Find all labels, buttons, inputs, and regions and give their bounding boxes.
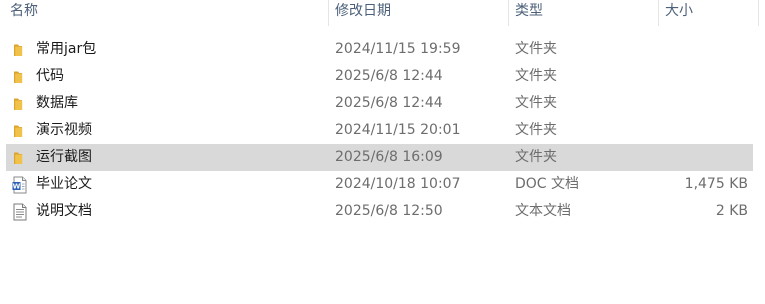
file-row[interactable]: 演示视频 2024/11/15 20:01 文件夹 xyxy=(6,117,753,144)
folder-icon xyxy=(12,41,28,58)
file-row[interactable]: 常用jar包 2024/11/15 19:59 文件夹 xyxy=(6,36,753,63)
file-type: 文件夹 xyxy=(515,41,557,57)
folder-icon xyxy=(12,68,28,85)
folder-icon xyxy=(12,122,28,139)
file-row[interactable]: 说明文档 2025/6/8 12:50 文本文档 2 KB xyxy=(6,198,753,225)
file-date-modified: 2025/6/8 12:44 xyxy=(335,68,443,84)
text-document-icon xyxy=(12,203,28,221)
file-type: 文本文档 xyxy=(515,203,571,219)
file-type: DOC 文档 xyxy=(515,176,580,192)
file-row[interactable]: 代码 2025/6/8 12:44 文件夹 xyxy=(6,63,753,90)
file-type: 文件夹 xyxy=(515,122,557,138)
column-header-type[interactable]: 类型 xyxy=(508,0,658,26)
file-type: 文件夹 xyxy=(515,95,557,111)
column-header-size-label: 大小 xyxy=(665,3,693,19)
folder-icon xyxy=(12,149,28,166)
folder-icon xyxy=(12,95,28,112)
file-date-modified: 2025/6/8 16:09 xyxy=(335,149,443,165)
file-date-modified: 2025/6/8 12:44 xyxy=(335,95,443,111)
file-row[interactable]: 运行截图 2025/6/8 16:09 文件夹 xyxy=(6,144,753,171)
file-name: 说明文档 xyxy=(36,203,92,219)
file-name: 常用jar包 xyxy=(36,41,97,57)
svg-text:W: W xyxy=(13,182,21,190)
file-name: 运行截图 xyxy=(36,149,92,165)
file-size xyxy=(658,63,748,90)
file-date-modified: 2024/11/15 19:59 xyxy=(335,41,461,57)
file-date-modified: 2024/10/18 10:07 xyxy=(335,176,461,192)
file-row[interactable]: 数据库 2025/6/8 12:44 文件夹 xyxy=(6,90,753,117)
file-date-modified: 2024/11/15 20:01 xyxy=(335,122,461,138)
column-header-name-label: 名称 xyxy=(10,3,38,19)
file-size xyxy=(658,36,748,63)
sort-ascending-icon: ^ xyxy=(167,0,175,6)
column-header-date-label: 修改日期 xyxy=(335,3,391,19)
file-date-modified: 2025/6/8 12:50 xyxy=(335,203,443,219)
column-divider[interactable] xyxy=(758,0,759,26)
file-size xyxy=(658,117,748,144)
file-size: 1,475 KB xyxy=(684,176,748,192)
column-header-date-modified[interactable]: 修改日期 xyxy=(328,0,508,26)
file-type: 文件夹 xyxy=(515,68,557,84)
word-document-icon: W xyxy=(12,176,28,194)
file-name: 演示视频 xyxy=(36,122,92,138)
file-name: 毕业论文 xyxy=(36,176,92,192)
file-explorer-details-view: 名称 ^ 修改日期 类型 大小 常用jar包 2024/11/15 19:59 文件… xyxy=(0,0,765,304)
file-size xyxy=(658,144,748,171)
column-header-bar: 名称 ^ 修改日期 类型 大小 xyxy=(0,0,765,26)
file-name: 数据库 xyxy=(36,95,78,111)
file-name: 代码 xyxy=(36,68,64,84)
column-header-type-label: 类型 xyxy=(515,3,543,19)
file-size: 2 KB xyxy=(715,203,748,219)
file-list: 常用jar包 2024/11/15 19:59 文件夹 代码 2025/6/8 12:4… xyxy=(6,36,753,225)
file-size xyxy=(658,90,748,117)
column-header-name[interactable]: 名称 ^ xyxy=(3,0,328,26)
file-row[interactable]: W 毕业论文 2024/10/18 10:07 DOC 文档 1,475 KB xyxy=(6,171,753,198)
file-type: 文件夹 xyxy=(515,149,557,165)
column-header-size[interactable]: 大小 xyxy=(658,0,758,26)
